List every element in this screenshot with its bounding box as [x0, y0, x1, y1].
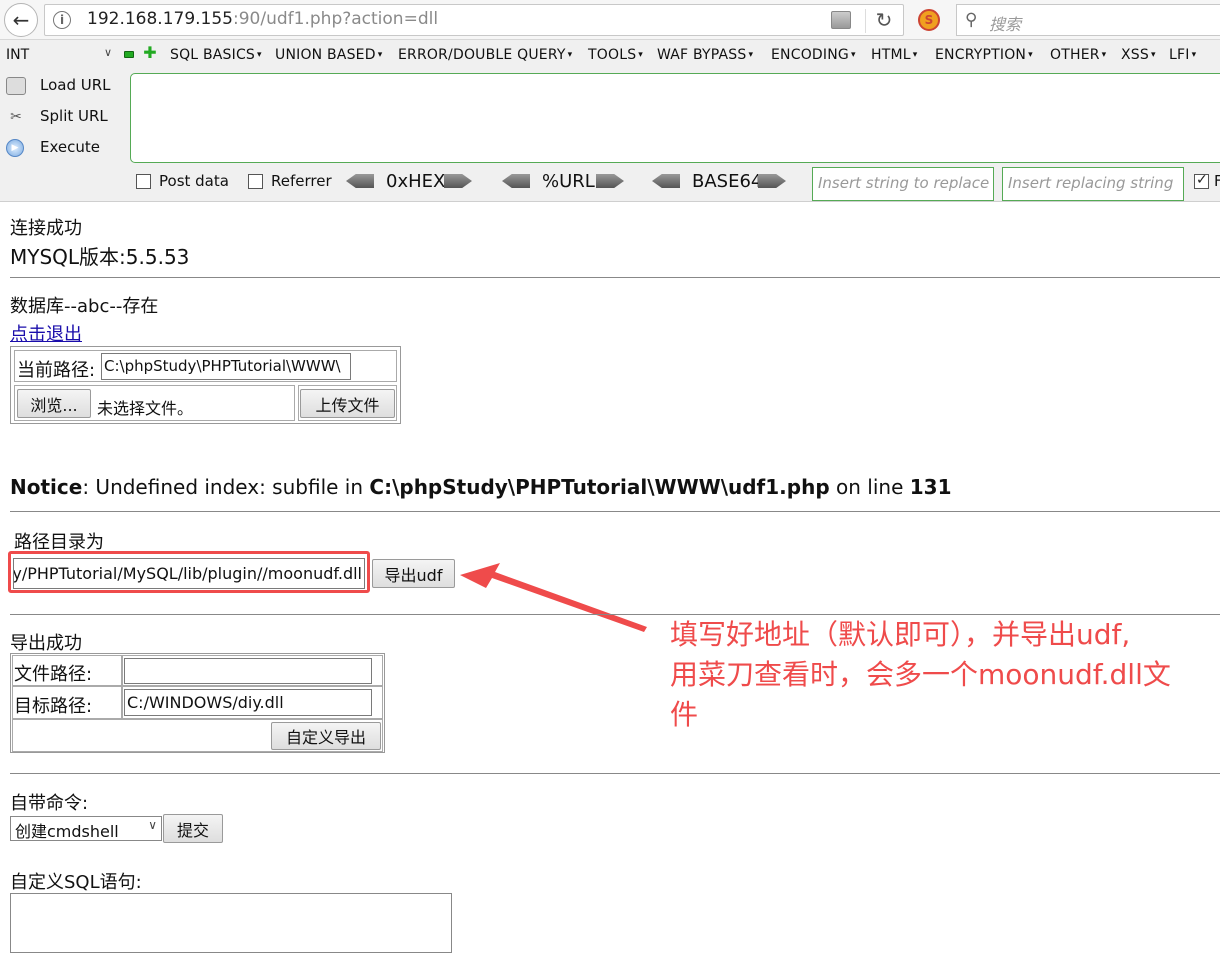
connect-status: 连接成功: [10, 218, 82, 239]
file-path-input[interactable]: [124, 658, 372, 684]
type-select[interactable]: INT ∨: [4, 45, 116, 67]
search-placeholder: 搜索: [989, 15, 1022, 34]
arrow-right-icon: [596, 174, 624, 188]
hackbar-menu: INT∨ ✚ SQL BASICS UNION BASED ERROR/DOUB…: [0, 40, 1220, 70]
url-textarea[interactable]: [130, 73, 1220, 163]
export-status: 导出成功: [10, 633, 82, 654]
menu-error-double-query[interactable]: ERROR/DOUBLE QUERY: [398, 47, 572, 63]
info-icon[interactable]: i: [53, 11, 71, 29]
divider: [10, 277, 1220, 278]
menu-lfi[interactable]: LFI: [1169, 47, 1196, 63]
page-icon[interactable]: [831, 11, 851, 29]
browse-button[interactable]: 浏览...: [17, 389, 91, 418]
annotation-text: 填写好地址（默认即可），并导出udf, 用菜刀查看时，会多一个moonudf.d…: [670, 618, 1171, 731]
file-path-label: 文件路径:: [14, 664, 93, 685]
custom-sql-label: 自定义SQL语句:: [10, 872, 142, 893]
post-data-label: Post data: [159, 172, 229, 190]
decrease-icon[interactable]: [124, 51, 134, 58]
referrer-label: Referrer: [271, 172, 332, 190]
export-udf-button[interactable]: 导出udf: [372, 559, 455, 588]
cmd-select[interactable]: 创建cmdshell ∨: [10, 816, 162, 841]
address-bar[interactable]: i 192.168.179.155:90/udf1.php?action=dll…: [44, 4, 904, 36]
menu-html[interactable]: HTML: [871, 47, 917, 63]
menu-waf-bypass[interactable]: WAF BYPASS: [657, 47, 753, 63]
target-path-label: 目标路径:: [14, 696, 93, 717]
chevron-down-icon: ∨: [103, 46, 112, 59]
replace-checkbox-label: F: [1214, 172, 1220, 190]
menu-sql-basics[interactable]: SQL BASICS: [170, 47, 262, 63]
hackbar: INT∨ ✚ SQL BASICS UNION BASED ERROR/DOUB…: [0, 40, 1220, 202]
menu-tools[interactable]: TOOLS: [588, 47, 643, 63]
arrow-right-icon: [758, 174, 786, 188]
divider: [10, 614, 1220, 615]
custom-export-button[interactable]: 自定义导出: [271, 722, 381, 750]
menu-other[interactable]: OTHER: [1050, 47, 1106, 63]
replacing-string-input[interactable]: Insert replacing string: [1002, 167, 1184, 201]
custom-sql-textarea[interactable]: [10, 893, 452, 953]
menu-xss[interactable]: XSS: [1121, 47, 1156, 63]
php-notice: Notice: Undefined index: subfile in C:\p…: [10, 475, 952, 499]
upload-form: 当前路径: C:\phpStudy\PHPTutorial\WWW\ 浏览...…: [10, 346, 401, 424]
builtin-cmd-label: 自带命令:: [10, 793, 89, 814]
referrer-checkbox[interactable]: [248, 174, 263, 189]
current-path-label: 当前路径:: [17, 360, 96, 381]
reload-icon[interactable]: ↻: [871, 7, 897, 33]
divider: [10, 773, 1220, 774]
no-file-text: 未选择文件。: [97, 399, 194, 418]
back-button[interactable]: ←: [4, 3, 38, 37]
search-icon: ⚲: [965, 10, 978, 30]
load-url-icon: [6, 77, 26, 95]
execute-button[interactable]: ▶ Execute: [4, 135, 124, 161]
page-content: 连接成功 MYSQL版本:5.5.53 数据库--abc--存在 点击退出 当前…: [0, 203, 1220, 953]
noscript-icon[interactable]: S: [918, 9, 940, 31]
menu-encoding[interactable]: ENCODING: [771, 47, 856, 63]
dir-input[interactable]: udy/PHPTutorial/MySQL/lib/plugin//moonud…: [13, 558, 365, 589]
hex-encode-button[interactable]: 0xHEX: [346, 170, 474, 194]
browser-toolbar: ← i 192.168.179.155:90/udf1.php?action=d…: [0, 0, 1220, 40]
arrow-left-icon: [346, 174, 374, 188]
target-path-input[interactable]: C:/WINDOWS/diy.dll: [124, 689, 372, 716]
chevron-down-icon: ∨: [148, 818, 157, 832]
post-data-checkbox[interactable]: [136, 174, 151, 189]
split-url-button[interactable]: ✂ Split URL: [4, 104, 124, 130]
url-text[interactable]: 192.168.179.155:90/udf1.php?action=dll: [87, 9, 438, 29]
increase-icon[interactable]: ✚: [143, 45, 157, 61]
hackbar-options: Post data Referrer 0xHEX %URL BASE64 Ins…: [0, 164, 1220, 201]
divider: [10, 511, 1220, 512]
db-status: 数据库--abc--存在: [10, 296, 159, 317]
custom-export-form: 文件路径: 目标路径: C:/WINDOWS/diy.dll 自定义导出: [10, 653, 385, 753]
upload-button[interactable]: 上传文件: [300, 389, 395, 418]
divider: [865, 9, 866, 33]
arrow-left-icon: [502, 174, 530, 188]
scissors-icon: ✂: [10, 109, 22, 125]
load-url-button[interactable]: Load URL: [4, 73, 124, 99]
search-box[interactable]: ⚲ 搜索: [956, 4, 1220, 36]
arrow-right-icon: [444, 174, 472, 188]
replace-checkbox[interactable]: [1194, 172, 1209, 189]
current-path-input[interactable]: C:\phpStudy\PHPTutorial\WWW\: [101, 353, 351, 380]
logout-link[interactable]: 点击退出: [10, 320, 82, 346]
mysql-version: MYSQL版本:5.5.53: [10, 245, 190, 269]
url-encode-button[interactable]: %URL: [502, 170, 626, 194]
submit-button[interactable]: 提交: [163, 814, 223, 843]
play-icon: ▶: [6, 139, 24, 157]
base64-encode-button[interactable]: BASE64: [652, 170, 788, 194]
menu-encryption[interactable]: ENCRYPTION: [935, 47, 1033, 63]
arrow-left-icon: [652, 174, 680, 188]
annotation-arrow-icon: [460, 563, 647, 632]
back-arrow-icon: ←: [12, 8, 30, 32]
menu-union-based[interactable]: UNION BASED: [275, 47, 382, 63]
replace-string-input[interactable]: Insert string to replace: [812, 167, 994, 201]
